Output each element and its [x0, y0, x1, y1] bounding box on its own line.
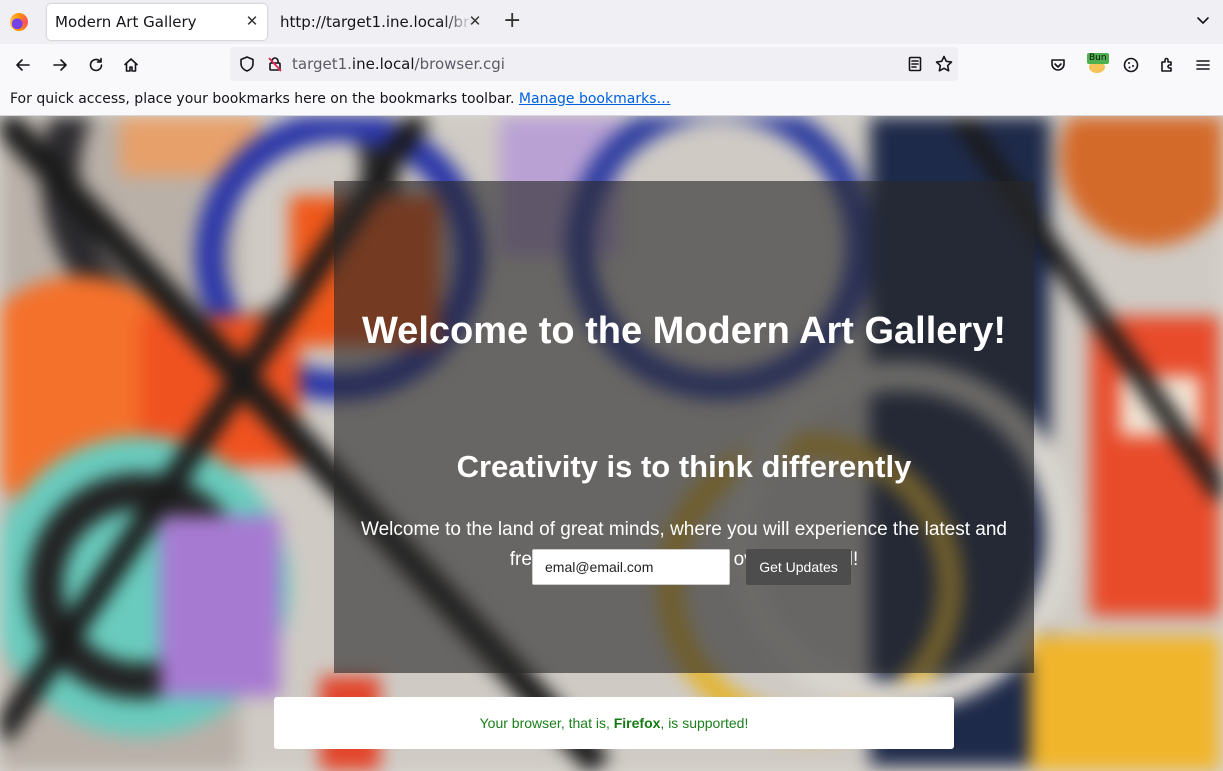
- extension-bun-icon[interactable]: Bun: [1086, 53, 1109, 76]
- url-domain: ine.local: [351, 55, 415, 73]
- page-title: Welcome to the Modern Art Gallery!: [362, 310, 1006, 352]
- tab-strip: Modern Art Gallery ✕ http://target1.ine.…: [0, 0, 1223, 44]
- email-field[interactable]: [532, 549, 730, 585]
- forward-icon[interactable]: [49, 54, 71, 76]
- url-text[interactable]: target1.ine.local/browser.cgi: [292, 55, 505, 73]
- bookmarks-hint-text: For quick access, place your bookmarks h…: [10, 91, 515, 107]
- notice-text-before: Your browser, that is,: [479, 715, 614, 731]
- tab-browser-cgi[interactable]: http://target1.ine.local/browser.cgi ✕: [272, 4, 490, 40]
- close-icon[interactable]: ✕: [243, 12, 261, 30]
- pocket-icon[interactable]: [1047, 54, 1069, 76]
- cookie-icon[interactable]: [1120, 54, 1142, 76]
- star-icon[interactable]: [934, 54, 954, 78]
- shield-icon[interactable]: [238, 55, 256, 77]
- insecure-lock-icon[interactable]: [266, 55, 284, 77]
- extensions-icon[interactable]: [1156, 54, 1178, 76]
- notice-browser-name: Firefox: [613, 715, 661, 731]
- bookmarks-hint: For quick access, place your bookmarks h…: [10, 91, 670, 107]
- back-icon[interactable]: [12, 54, 34, 76]
- page-subtitle: Creativity is to think differently: [456, 449, 912, 484]
- url-prefix: target1.: [292, 55, 352, 73]
- reader-view-icon[interactable]: [906, 55, 924, 77]
- url-path: /browser.cgi: [414, 55, 505, 73]
- address-bar[interactable]: target1.ine.local/browser.cgi: [230, 47, 958, 81]
- chevron-down-icon[interactable]: [1195, 12, 1211, 32]
- hero-panel: Welcome to the Modern Art Gallery! Creat…: [334, 181, 1034, 673]
- reload-icon[interactable]: [85, 54, 107, 76]
- firefox-icon[interactable]: [10, 13, 28, 31]
- get-updates-button[interactable]: Get Updates: [746, 549, 851, 585]
- manage-bookmarks-link[interactable]: Manage bookmarks…: [519, 91, 671, 107]
- bookmarks-toolbar: For quick access, place your bookmarks h…: [0, 86, 1223, 116]
- home-icon[interactable]: [120, 54, 142, 76]
- extension-badge: Bun: [1087, 53, 1109, 64]
- close-icon[interactable]: ✕: [466, 12, 484, 30]
- notice-text-after: , is supported!: [660, 715, 749, 731]
- plus-icon[interactable]: +: [503, 8, 521, 33]
- menu-icon[interactable]: [1192, 54, 1214, 76]
- page-content: Welcome to the Modern Art Gallery! Creat…: [0, 116, 1223, 771]
- tab-modern-art-gallery[interactable]: Modern Art Gallery ✕: [47, 4, 267, 40]
- tab-title: Modern Art Gallery: [55, 13, 197, 31]
- browser-support-notice: Your browser, that is, Firefox, is suppo…: [274, 697, 954, 749]
- tab-title: http://target1.ine.local/browser.cgi: [280, 13, 472, 31]
